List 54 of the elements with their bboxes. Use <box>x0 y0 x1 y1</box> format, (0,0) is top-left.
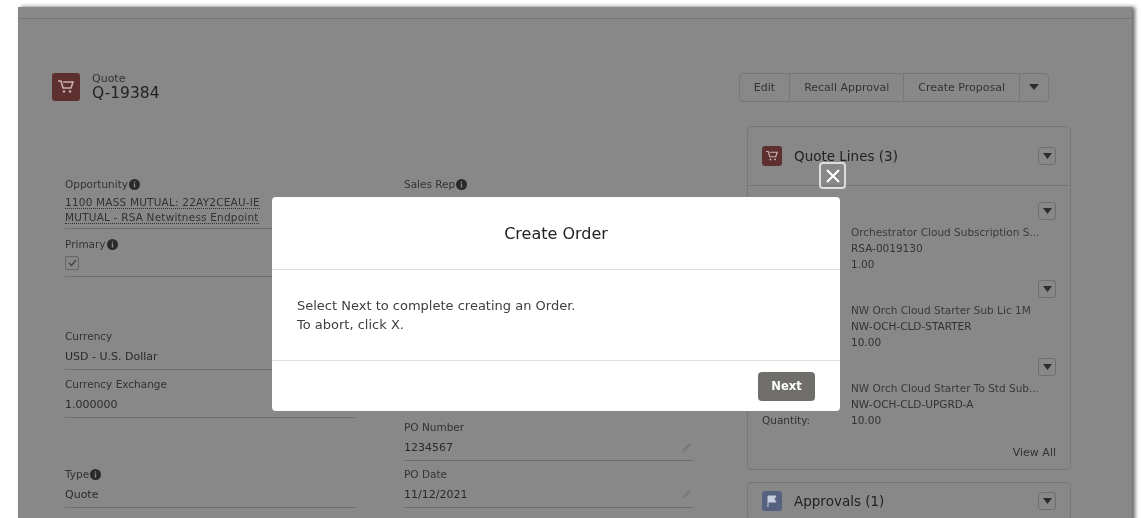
checkbox[interactable] <box>65 256 79 270</box>
action-button[interactable]: Create Proposal <box>904 73 1020 101</box>
field-label: PO Date <box>404 468 448 481</box>
field-label: Type <box>65 468 90 481</box>
dialog-message: To abort, click X. <box>297 317 405 332</box>
product-code: RSA-0019130 <box>851 242 924 254</box>
opportunity-link[interactable]: 1100 MASS MUTUAL: 22AY2CEAU-IE <box>65 196 260 209</box>
caret-icon <box>1042 153 1052 159</box>
caret-icon <box>1042 364 1052 370</box>
action-button[interactable]: Edit <box>739 73 791 101</box>
product-code: NW-OCH-CLD-STARTER <box>851 320 973 332</box>
object-label: Quote <box>92 72 127 85</box>
dropdown-button[interactable] <box>1038 147 1056 165</box>
caret-icon <box>1042 208 1052 214</box>
quantity-value: 10.00 <box>851 336 883 348</box>
close-button[interactable] <box>819 162 846 189</box>
view-all-link[interactable]: View All <box>1012 446 1056 459</box>
quantity-value: 1.00 <box>851 258 876 270</box>
record-name: Q-19384 <box>92 84 160 102</box>
field-label: Currency <box>65 330 113 343</box>
field-value: 11/12/2021 <box>404 487 468 501</box>
field-label: Opportunity <box>65 178 128 191</box>
field-value: Quote <box>65 487 99 501</box>
dialog-message: Select Next to complete creating an Order. <box>297 298 577 313</box>
dialog-title: Create Order <box>272 197 840 270</box>
flag-icon <box>762 491 782 511</box>
field-label: Primary <box>65 238 106 251</box>
caret-icon <box>1029 84 1039 90</box>
dropdown-button[interactable] <box>1038 358 1056 376</box>
field-label: PO Number <box>404 421 465 434</box>
field-value: USD - U.S. Dollar <box>65 349 158 363</box>
caret-icon <box>1042 286 1052 292</box>
cart-icon <box>52 73 80 101</box>
product-name: NW Orch Cloud Starter To Std Sub... <box>851 382 1040 394</box>
dropdown-button[interactable] <box>1038 280 1056 298</box>
card-title: Approvals (1) <box>794 493 886 509</box>
product-name: NW Orch Cloud Starter Sub Lic 1M <box>851 304 1032 316</box>
dropdown-button[interactable] <box>1038 202 1056 220</box>
cart-icon <box>762 146 782 166</box>
quantity-label: Quantity: <box>762 414 812 426</box>
opportunity-link[interactable]: MUTUAL - RSA Netwitness Endpoint <box>65 211 259 224</box>
close-icon <box>824 167 841 184</box>
next-button[interactable]: Next <box>758 371 815 401</box>
field-value: 1.000000 <box>65 397 118 411</box>
caret-icon <box>1042 498 1052 504</box>
field-label: Currency Exchange <box>65 378 167 391</box>
action-button[interactable]: Recall Approval <box>790 73 905 101</box>
field-label: Sales Rep <box>404 178 456 191</box>
card-title: Quote Lines (3) <box>794 148 899 164</box>
quantity-value: 10.00 <box>851 414 883 426</box>
product-name: Orchestrator Cloud Subscription S... <box>851 226 1041 238</box>
product-code: NW-OCH-CLD-UPGRD-A <box>851 398 975 410</box>
field-value: 1234567 <box>404 440 453 454</box>
dropdown-button[interactable] <box>1038 492 1056 510</box>
